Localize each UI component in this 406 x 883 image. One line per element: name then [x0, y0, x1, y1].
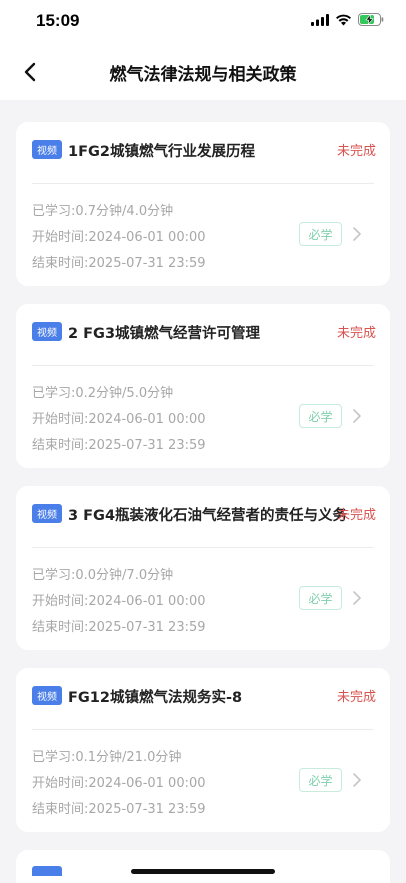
- status-time: 15:09: [36, 11, 80, 30]
- end-time: 结束时间:2025-07-31 23:59: [32, 256, 206, 271]
- course-title: FG12城镇燃气法规务实-8: [68, 690, 243, 706]
- status-icons: [311, 13, 384, 26]
- study-progress: 已学习:0.2分钟/5.0分钟: [32, 386, 174, 401]
- course-title: 3 FG4瓶装液化石油气经营者的责任与义务: [68, 508, 348, 524]
- video-badge: 视频: [32, 504, 62, 523]
- chevron-right-icon: [353, 409, 361, 423]
- chevron-right-icon: [353, 773, 361, 787]
- required-tag[interactable]: 必学: [299, 404, 342, 428]
- status-badge: 未完成: [336, 690, 376, 705]
- start-time: 开始时间:2024-06-01 00:00: [32, 230, 206, 245]
- start-time: 开始时间:2024-06-01 00:00: [32, 776, 206, 791]
- divider: [32, 729, 374, 730]
- end-time: 结束时间:2025-07-31 23:59: [32, 620, 206, 635]
- divider: [32, 365, 374, 366]
- course-header: 视频 3 FG4瓶装液化石油气经营者的责任与义务 未完成: [32, 500, 376, 530]
- required-tag[interactable]: 必学: [299, 222, 342, 246]
- course-title: 1FG2城镇燃气行业发展历程: [68, 144, 255, 160]
- required-tag[interactable]: 必学: [299, 768, 342, 792]
- status-badge: 未完成: [336, 508, 376, 523]
- video-badge: 视频: [32, 322, 62, 341]
- divider: [32, 547, 374, 548]
- start-time: 开始时间:2024-06-01 00:00: [32, 594, 206, 609]
- course-card[interactable]: 视频 3 FG4瓶装液化石油气经营者的责任与义务 未完成 已学习:0.0分钟/7…: [16, 486, 390, 650]
- course-header: 视频 2 FG3城镇燃气经营许可管理 未完成: [32, 318, 376, 348]
- divider: [32, 183, 374, 184]
- chevron-right-icon: [353, 227, 361, 241]
- end-time: 结束时间:2025-07-31 23:59: [32, 802, 206, 817]
- course-card[interactable]: 视频 FG12城镇燃气法规务实-8 未完成 已学习:0.1分钟/21.0分钟 开…: [16, 668, 390, 832]
- course-card-partial[interactable]: [16, 850, 390, 883]
- start-time: 开始时间:2024-06-01 00:00: [32, 412, 206, 427]
- study-progress: 已学习:0.1分钟/21.0分钟: [32, 750, 182, 765]
- chevron-right-icon: [353, 591, 361, 605]
- course-header: 视频 FG12城镇燃气法规务实-8 未完成: [32, 682, 376, 712]
- status-badge: 未完成: [336, 326, 376, 341]
- status-bar: 15:09: [0, 0, 406, 44]
- course-list: 视频 1FG2城镇燃气行业发展历程 未完成 已学习:0.7分钟/4.0分钟 开始…: [16, 122, 390, 883]
- page-title: 燃气法律法规与相关政策: [109, 65, 297, 85]
- course-card[interactable]: 视频 1FG2城镇燃气行业发展历程 未完成 已学习:0.7分钟/4.0分钟 开始…: [16, 122, 390, 286]
- study-progress: 已学习:0.0分钟/7.0分钟: [32, 568, 174, 583]
- study-progress: 已学习:0.7分钟/4.0分钟: [32, 204, 174, 219]
- required-tag[interactable]: 必学: [299, 586, 342, 610]
- end-time: 结束时间:2025-07-31 23:59: [32, 438, 206, 453]
- course-card[interactable]: 视频 2 FG3城镇燃气经营许可管理 未完成 已学习:0.2分钟/5.0分钟 开…: [16, 304, 390, 468]
- video-badge-partial: [32, 866, 62, 876]
- nav-bar: 燃气法律法规与相关政策: [0, 44, 406, 100]
- video-badge: 视频: [32, 140, 62, 159]
- wifi-icon: [336, 14, 351, 25]
- status-badge: 未完成: [336, 144, 376, 159]
- signal-icon: [311, 13, 329, 26]
- course-title: 2 FG3城镇燃气经营许可管理: [68, 326, 261, 342]
- home-indicator: [131, 869, 275, 874]
- battery-charging-icon: [358, 13, 384, 26]
- course-header: 视频 1FG2城镇燃气行业发展历程 未完成: [32, 136, 376, 166]
- video-badge: 视频: [32, 686, 62, 705]
